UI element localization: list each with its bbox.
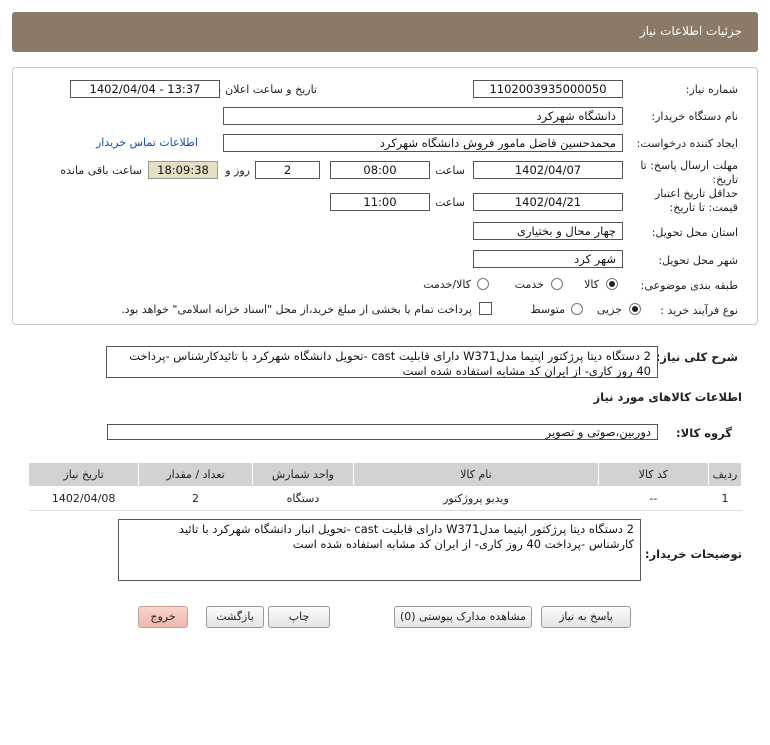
validity-label: حداقل تاریخ اعتبار قیمت: تا تاریخ: xyxy=(654,187,738,214)
days-remaining-field: 2 xyxy=(255,161,320,179)
exit-button[interactable]: خروج xyxy=(138,606,188,628)
category-option-service: خدمت xyxy=(514,278,544,291)
goods-group-field: دوربین،صوتی و تصویر xyxy=(107,424,658,440)
time-remaining-field: 18:09:38 xyxy=(148,161,218,179)
treasury-checkbox[interactable] xyxy=(479,302,492,315)
col-date: تاریخ نیاز xyxy=(27,462,140,487)
validity-time-field: 11:00 xyxy=(330,193,430,211)
contact-info-link[interactable]: اطلاعات تماس خریدار xyxy=(96,136,198,149)
category-radio-goods[interactable] xyxy=(606,278,618,290)
goods-section-title: اطلاعات کالاهای مورد نیاز xyxy=(593,390,742,404)
requester-field: محمدحسین فاضل مامور فروش دانشگاه شهرکرد xyxy=(223,134,623,152)
category-label: طبقه بندی موضوعی: xyxy=(640,279,738,292)
goods-group-label: گروه کالا: xyxy=(676,426,732,440)
goods-table-header: ردیف کد کالا نام کالا واحد شمارش تعداد /… xyxy=(27,462,743,487)
validity-time-label: ساعت xyxy=(435,196,465,209)
page-title: جزئیات اطلاعات نیاز xyxy=(639,24,742,38)
category-radio-goods-service[interactable] xyxy=(477,278,489,290)
purchase-option-medium: متوسط xyxy=(530,303,565,316)
city-field: شهر کرد xyxy=(473,250,623,268)
deadline-label: مهلت ارسال پاسخ: تا تاریخ: xyxy=(640,159,738,186)
buyer-org-label: نام دستگاه خریدار: xyxy=(651,110,738,123)
print-button[interactable]: چاپ xyxy=(268,606,330,628)
need-number-field: 1102003935000050 xyxy=(473,80,623,98)
page-header: جزئیات اطلاعات نیاز xyxy=(12,12,758,52)
purchase-radio-minor[interactable] xyxy=(629,303,641,315)
cell-name: ویدیو پروژکتور xyxy=(353,486,599,511)
buyer-org-field: دانشگاه شهرکرد xyxy=(223,107,623,125)
buyer-notes-label: توضیحات خریدار: xyxy=(644,547,742,561)
attachments-button[interactable]: مشاهده مدارک پیوستی (0) xyxy=(394,606,532,628)
province-field: چهار محال و بختیاری xyxy=(473,222,623,240)
deadline-date-field: 1402/04/07 xyxy=(473,161,623,179)
cell-date: 1402/04/08 xyxy=(28,486,139,511)
category-option-goods: کالا xyxy=(584,278,599,291)
reply-button[interactable]: پاسخ به نیاز xyxy=(541,606,631,628)
requester-label: ایجاد کننده درخواست: xyxy=(636,137,738,150)
cell-unit: دستگاه xyxy=(252,486,354,511)
category-radio-service[interactable] xyxy=(551,278,563,290)
col-unit: واحد شمارش xyxy=(251,462,355,487)
remaining-label: ساعت باقی مانده xyxy=(60,164,142,177)
city-label: شهر محل تحویل: xyxy=(658,254,738,267)
announce-field: 1402/04/04 - 13:37 xyxy=(70,80,220,98)
back-button[interactable]: بازگشت xyxy=(206,606,264,628)
col-row: ردیف xyxy=(707,462,743,487)
buyer-notes-text: 2 دستگاه دیتا پرژکتور اپتیما مدلW371 دار… xyxy=(118,519,641,581)
cell-code: -- xyxy=(598,486,709,511)
days-label: روز و xyxy=(225,164,250,177)
table-row: 1 -- ویدیو پروژکتور دستگاه 2 1402/04/08 xyxy=(28,486,742,511)
validity-date-field: 1402/04/21 xyxy=(473,193,623,211)
need-number-label: شماره نیاز: xyxy=(685,83,738,96)
purchase-radio-medium[interactable] xyxy=(571,303,583,315)
summary-label: شرح کلی نیاز: xyxy=(655,350,738,364)
col-code: کد کالا xyxy=(597,462,709,487)
deadline-time-label: ساعت xyxy=(435,164,465,177)
province-label: استان محل تحویل: xyxy=(651,226,738,239)
col-quantity: تعداد / مقدار xyxy=(138,462,253,487)
purchase-type-label: نوع فرآیند خرید : xyxy=(660,304,738,317)
col-name: نام کالا xyxy=(353,462,599,487)
cell-row: 1 xyxy=(708,486,742,511)
deadline-time-field: 08:00 xyxy=(330,161,430,179)
category-option-goods-service: کالا/خدمت xyxy=(423,278,471,291)
purchase-option-minor: جزیی xyxy=(596,303,622,316)
goods-table: ردیف کد کالا نام کالا واحد شمارش تعداد /… xyxy=(27,462,743,511)
cell-quantity: 2 xyxy=(138,486,253,511)
treasury-note: پرداخت تمام یا بخشی از مبلغ خرید،از محل … xyxy=(121,303,472,316)
summary-text: 2 دستگاه دیتا پرژکتور اپتیما مدلW371 دار… xyxy=(106,346,658,378)
